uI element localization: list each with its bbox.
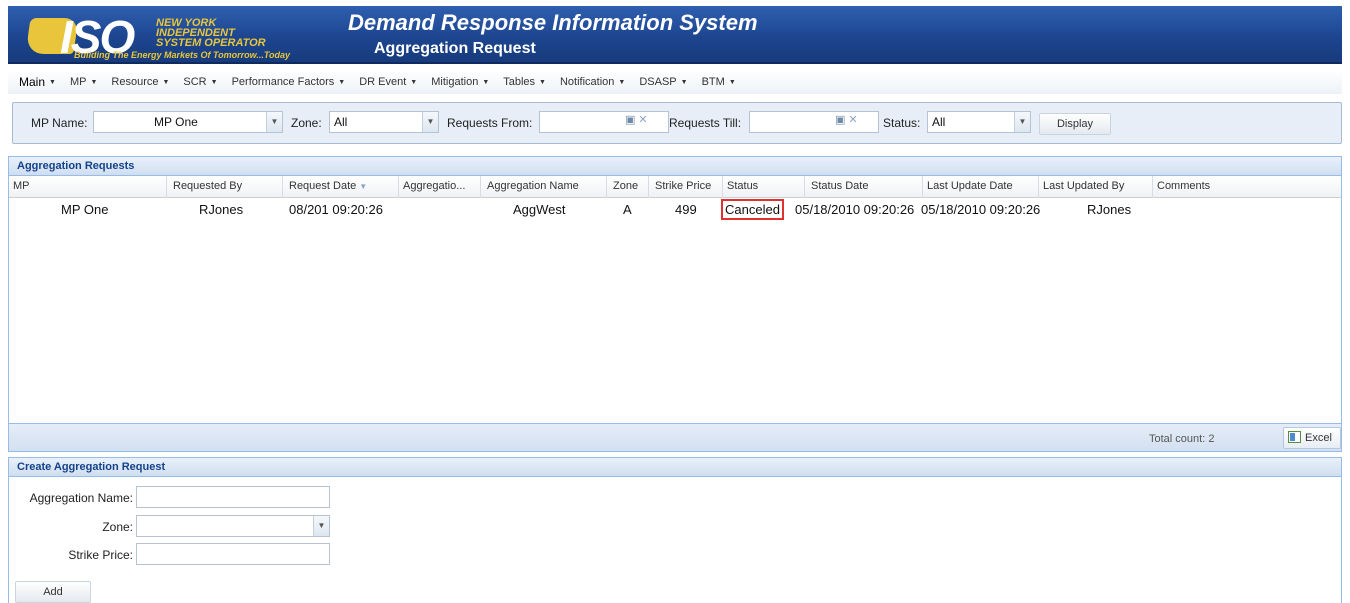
requests-till-label: Requests Till: — [669, 116, 742, 130]
calendar-icon[interactable]: ▣ — [835, 114, 845, 126]
main-menu-bar: Main ▼ MP ▼ Resource ▼ SCR ▼ Performance Fac… — [8, 70, 1342, 94]
chevron-down-icon: ▼ — [338, 78, 346, 86]
col-header-aggregation-name[interactable]: Aggregation Name — [483, 176, 607, 198]
status-filter-select[interactable]: All ▼ — [927, 111, 1031, 133]
requests-till-input[interactable] — [749, 111, 879, 133]
cell-last-update-date: 05/18/2010 09:20:26 — [921, 202, 1041, 217]
mp-name-label: MP Name: — [31, 116, 88, 130]
clear-icon[interactable]: ✕ — [638, 114, 647, 126]
menu-notification[interactable]: Notification ▼ — [553, 71, 632, 93]
col-header-status[interactable]: Status — [723, 176, 805, 198]
grid-footer: Total count: 2 Excel — [9, 423, 1341, 451]
chevron-down-icon: ▼ — [728, 78, 736, 86]
create-form-title: Create Aggregation Request — [9, 458, 1341, 477]
add-button[interactable]: Add — [15, 581, 91, 603]
menu-scr[interactable]: SCR ▼ — [176, 71, 224, 93]
chevron-down-icon[interactable]: ▼ — [266, 112, 282, 132]
total-count: Total count: 2 — [1149, 433, 1215, 445]
calendar-icon[interactable]: ▣ — [625, 114, 635, 126]
excel-export-button[interactable]: Excel — [1283, 427, 1341, 449]
cell-status-highlighted: Canceled — [721, 199, 784, 220]
menu-performance-factors[interactable]: Performance Factors ▼ — [225, 71, 353, 93]
zone-filter-select[interactable]: All ▼ — [329, 111, 439, 133]
menu-tables[interactable]: Tables ▼ — [496, 71, 553, 93]
app-title: Demand Response Information System — [348, 10, 758, 35]
cell-request-date: 08/201 09:20:26 — [289, 202, 383, 217]
aggregation-name-label: Aggregation Name: — [29, 491, 133, 505]
table-row[interactable]: MP One RJones 08/201 09:20:26 AggWest A … — [9, 198, 1341, 222]
requests-from-input[interactable] — [539, 111, 669, 133]
zone-filter-label: Zone: — [291, 116, 322, 130]
nyiso-logo: ISO NEW YORK INDEPENDENT SYSTEM OPERATOR… — [25, 11, 326, 63]
cell-last-updated-by: RJones — [1087, 202, 1132, 217]
mp-name-select[interactable]: MP One ▼ — [93, 111, 283, 133]
page-title: Aggregation Request — [374, 40, 536, 57]
create-aggregation-panel: Create Aggregation Request Aggregation N… — [8, 457, 1342, 603]
chevron-down-icon: ▼ — [680, 78, 688, 86]
menu-main[interactable]: Main ▼ — [12, 71, 63, 93]
requests-from-label: Requests From: — [447, 116, 533, 130]
col-header-status-date[interactable]: Status Date — [807, 176, 923, 198]
cell-mp: MP One — [61, 202, 109, 217]
chevron-down-icon: ▼ — [482, 78, 490, 86]
aggregation-name-input[interactable] — [136, 486, 330, 508]
sort-descending-icon: ▼ — [359, 182, 368, 191]
chevron-down-icon: ▼ — [49, 78, 56, 86]
status-filter-label: Status: — [883, 116, 921, 130]
grid-column-headers: MP Requested By Request Date ▼ Aggregatio… — [9, 176, 1341, 198]
excel-icon — [1288, 431, 1301, 443]
logo-tagline: Building The Energy Markets Of Tomorrow.… — [74, 50, 291, 60]
col-header-strike-price[interactable]: Strike Price — [651, 176, 723, 198]
col-header-requested-by[interactable]: Requested By — [169, 176, 283, 198]
col-header-comments[interactable]: Comments — [1153, 176, 1350, 198]
menu-resource[interactable]: Resource ▼ — [104, 71, 176, 93]
col-header-mp[interactable]: MP — [9, 176, 167, 198]
logo-org-name: NEW YORK INDEPENDENT SYSTEM OPERATOR — [156, 17, 266, 49]
zone-select[interactable]: ▼ — [136, 515, 330, 537]
strike-price-input[interactable] — [136, 543, 330, 565]
filter-panel: MP Name: MP One ▼ Zone: All ▼ Requests F… — [12, 102, 1342, 144]
chevron-down-icon: ▼ — [618, 78, 626, 86]
menu-dr-event[interactable]: DR Event ▼ — [352, 71, 424, 93]
cell-requested-by: RJones — [199, 202, 244, 217]
cell-strike-price: 499 — [675, 202, 697, 217]
clear-icon[interactable]: ✕ — [848, 114, 857, 126]
col-header-request-date[interactable]: Request Date ▼ — [285, 176, 399, 198]
menu-mitigation[interactable]: Mitigation ▼ — [424, 71, 496, 93]
cell-status-date: 05/18/2010 09:20:26 — [795, 202, 915, 217]
col-header-last-updated-by[interactable]: Last Updated By — [1039, 176, 1153, 198]
cell-zone: A — [623, 202, 632, 217]
grid-title: Aggregation Requests — [9, 157, 1341, 176]
chevron-down-icon[interactable]: ▼ — [422, 112, 438, 132]
chevron-down-icon: ▼ — [539, 78, 546, 86]
menu-btm[interactable]: BTM ▼ — [695, 71, 743, 93]
chevron-down-icon: ▼ — [410, 78, 418, 86]
header-banner: ISO NEW YORK INDEPENDENT SYSTEM OPERATOR… — [8, 6, 1342, 64]
cell-aggregation-name: AggWest — [513, 202, 566, 217]
chevron-down-icon: ▼ — [162, 78, 170, 86]
strike-price-label: Strike Price: — [68, 548, 133, 562]
col-header-zone[interactable]: Zone — [609, 176, 649, 198]
chevron-down-icon: ▼ — [90, 78, 98, 86]
menu-mp[interactable]: MP ▼ — [63, 71, 104, 93]
menu-dsasp[interactable]: DSASP ▼ — [632, 71, 694, 93]
chevron-down-icon[interactable]: ▼ — [1014, 112, 1030, 132]
display-button[interactable]: Display — [1039, 113, 1111, 135]
zone-label: Zone: — [102, 520, 133, 534]
aggregation-requests-grid: Aggregation Requests MP Requested By Req… — [8, 156, 1342, 452]
chevron-down-icon: ▼ — [210, 78, 218, 86]
col-header-last-update-date[interactable]: Last Update Date — [923, 176, 1039, 198]
chevron-down-icon[interactable]: ▼ — [313, 516, 329, 536]
col-header-aggregation-id[interactable]: Aggregatio... — [399, 176, 481, 198]
